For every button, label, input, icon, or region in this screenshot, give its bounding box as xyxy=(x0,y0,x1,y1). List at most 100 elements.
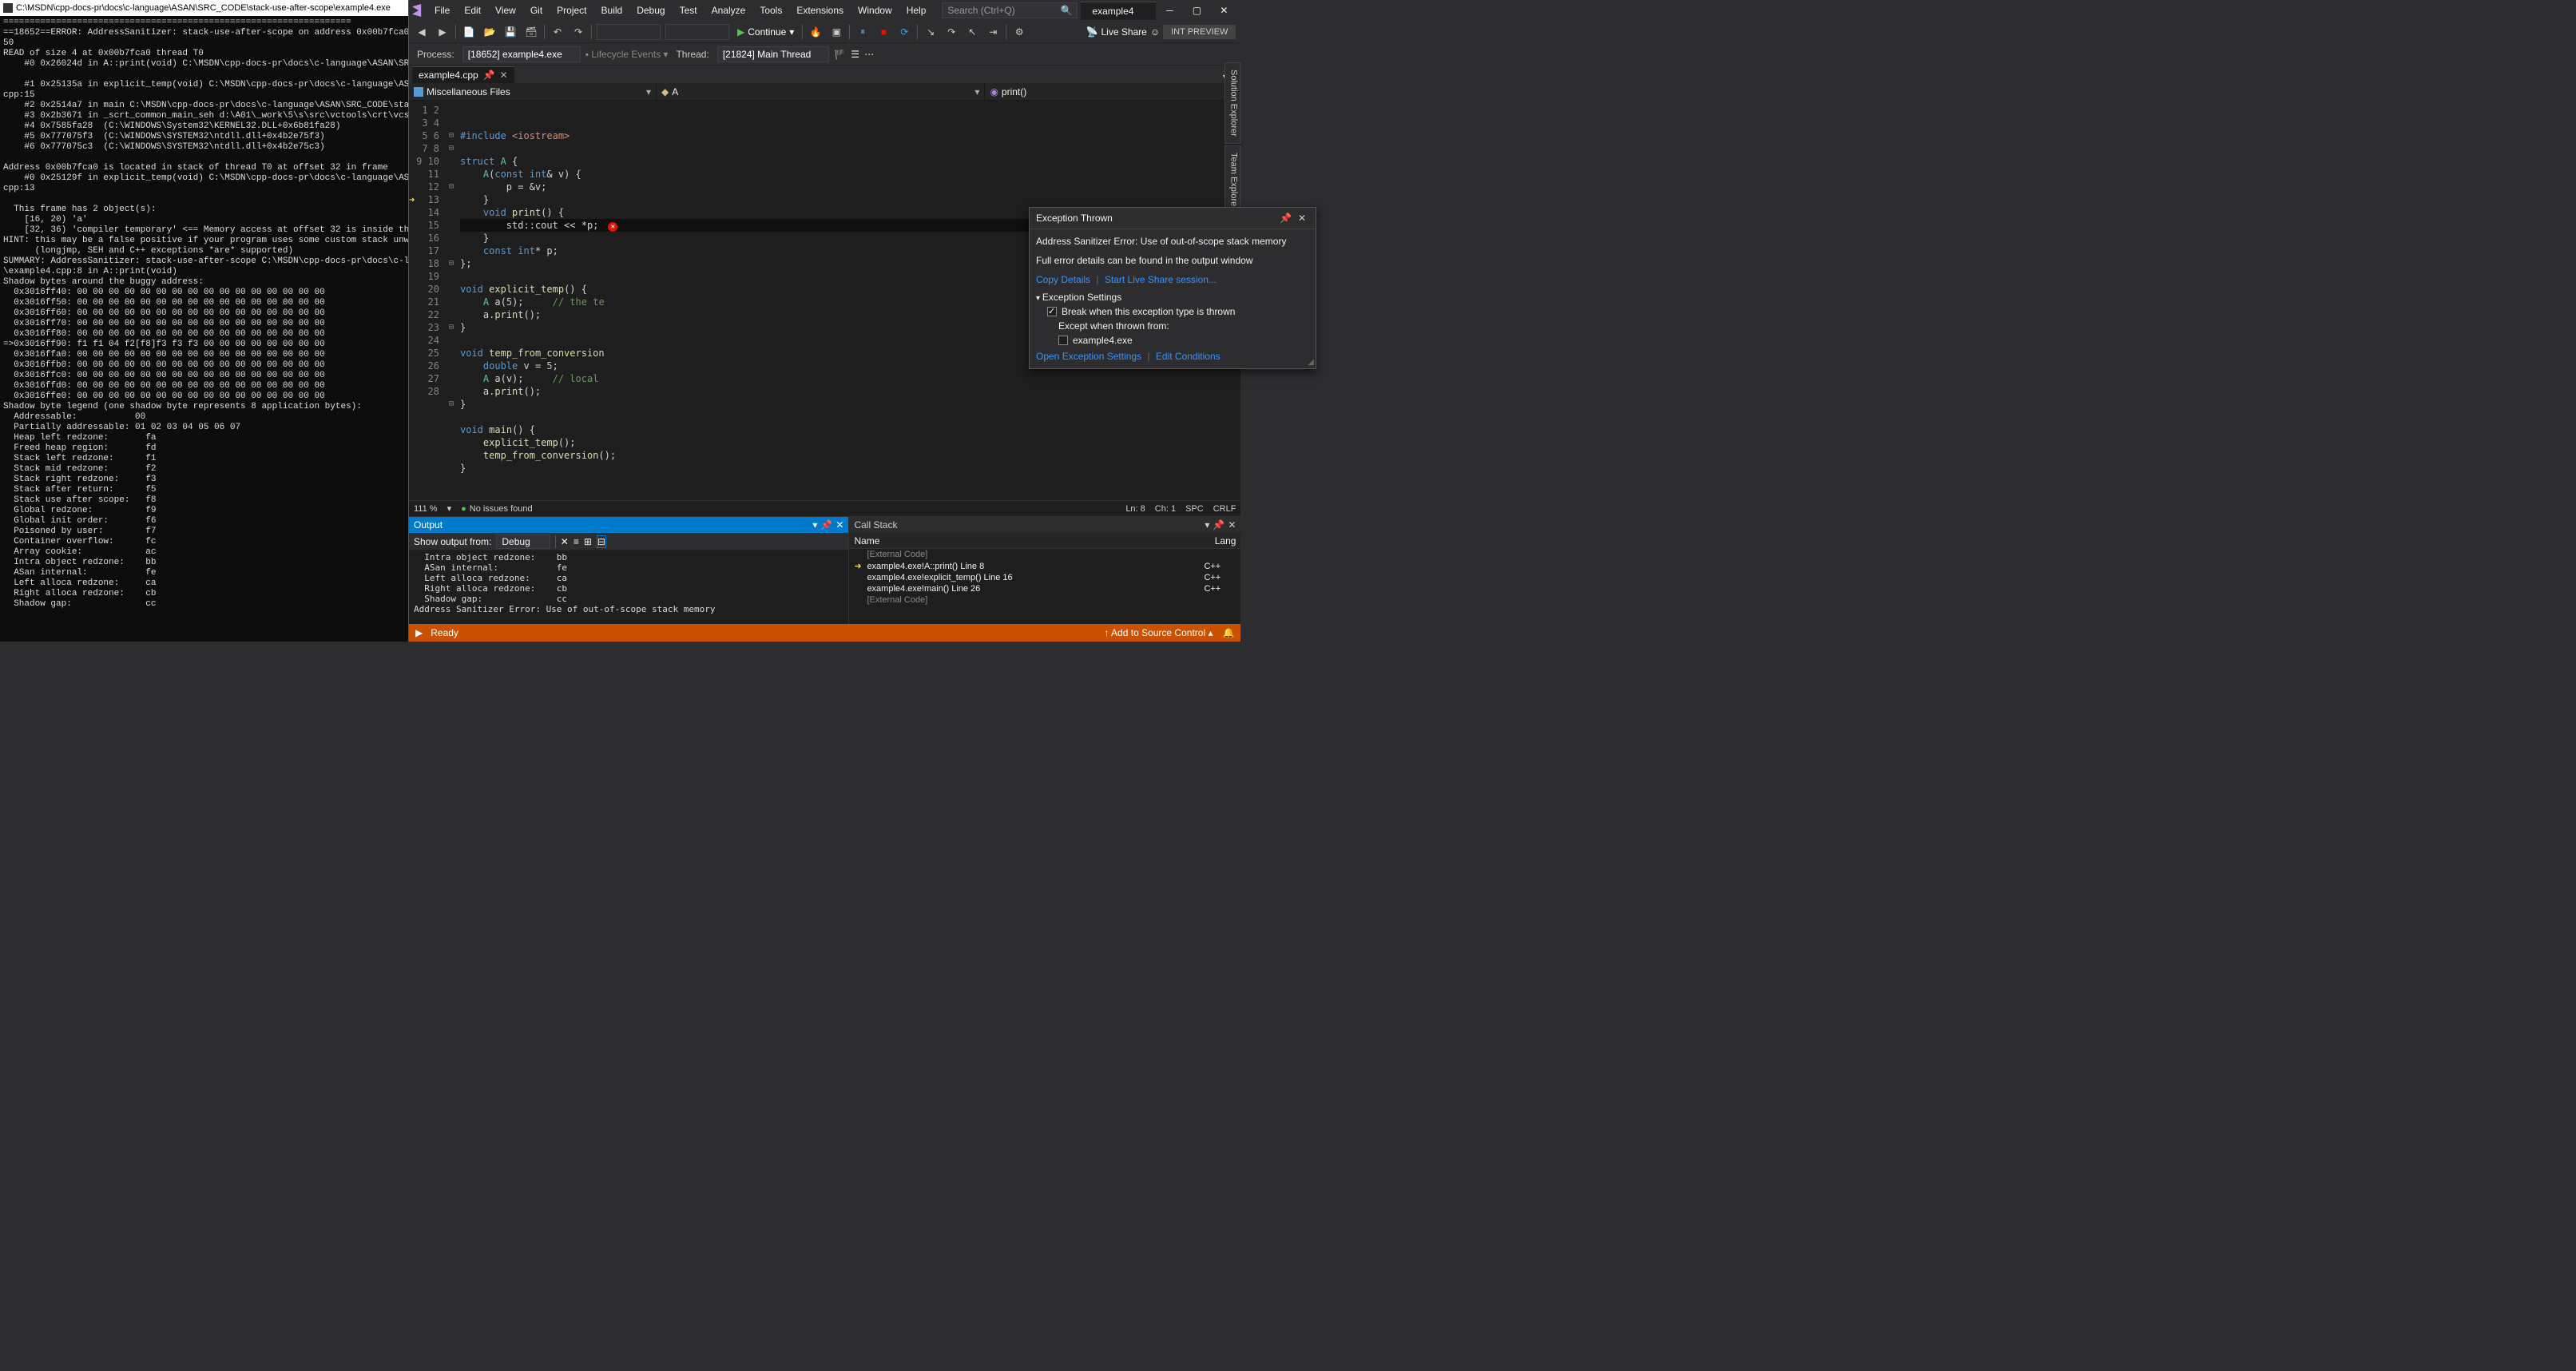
open-exception-settings-link[interactable]: Open Exception Settings xyxy=(1036,351,1141,362)
nav-back-button[interactable]: ◀ xyxy=(414,24,430,40)
pin-icon[interactable]: 📌 xyxy=(1213,519,1224,531)
stack-button[interactable]: ☰ xyxy=(851,49,859,60)
notifications-icon[interactable]: 🔔 xyxy=(1222,627,1234,638)
process-combo[interactable]: [18652] example4.exe xyxy=(462,46,581,62)
zoom-chevron[interactable]: ▾ xyxy=(447,503,452,514)
resize-grip-icon[interactable]: ◢ xyxy=(1308,358,1314,367)
thread-combo[interactable]: [21824] Main Thread xyxy=(717,46,830,62)
visual-studio: File Edit View Git Project Build Debug T… xyxy=(409,0,1240,642)
maximize-button[interactable]: ▢ xyxy=(1183,1,1210,20)
console-output[interactable]: ========================================… xyxy=(0,16,408,642)
platform-combo[interactable] xyxy=(665,24,729,40)
line-numbers: 1 2 3 4 5 6 7 8 9 10 11 12 13 14 15 16 1… xyxy=(409,101,446,500)
output-title[interactable]: Output ▾ 📌 ✕ xyxy=(409,517,848,533)
nav-member[interactable]: ◉ print() ▾ xyxy=(985,83,1240,100)
zoom-level[interactable]: 111 % xyxy=(414,504,438,514)
pause-button[interactable]: ⏸ xyxy=(855,24,871,40)
edit-conditions-link[interactable]: Edit Conditions xyxy=(1156,351,1221,362)
save-button[interactable]: 💾 xyxy=(502,24,518,40)
callstack-row[interactable]: example4.exe!explicit_temp() Line 16C++ xyxy=(849,572,1240,583)
liveshare-button[interactable]: Live Share xyxy=(1101,26,1146,38)
new-button[interactable]: 📄 xyxy=(461,24,477,40)
indent-indicator[interactable]: SPC xyxy=(1185,504,1204,514)
output-btn3[interactable]: ⊞ xyxy=(584,536,592,547)
eol-indicator[interactable]: CRLF xyxy=(1213,504,1236,514)
close-icon[interactable]: ✕ xyxy=(836,519,843,531)
menu-project[interactable]: Project xyxy=(550,3,593,18)
redo-button[interactable]: ↷ xyxy=(570,24,586,40)
save-all-button[interactable]: 🗃 xyxy=(523,24,539,40)
no-issues-indicator[interactable]: No issues found xyxy=(461,504,533,514)
dropdown-icon[interactable]: ▾ xyxy=(812,519,817,531)
minimize-button[interactable]: ─ xyxy=(1156,1,1183,20)
copy-details-link[interactable]: Copy Details xyxy=(1036,274,1090,285)
more-button[interactable]: ⋯ xyxy=(864,49,874,60)
menu-file[interactable]: File xyxy=(428,3,456,18)
close-icon[interactable]: ✕ xyxy=(1295,213,1309,224)
nav-fwd-button[interactable]: ▶ xyxy=(435,24,451,40)
except-item-checkbox[interactable] xyxy=(1058,336,1068,345)
callstack-row[interactable]: ➜example4.exe!A::print() Line 8C++ xyxy=(849,560,1240,572)
callstack-row[interactable]: example4.exe!main() Line 26C++ xyxy=(849,583,1240,594)
exception-settings-header[interactable]: Exception Settings xyxy=(1036,292,1309,303)
team-explorer-tab[interactable]: Team Explorer xyxy=(1224,145,1240,217)
solution-explorer-tab[interactable]: Solution Explorer xyxy=(1224,62,1240,144)
search-box[interactable]: Search (Ctrl+Q) 🔍 xyxy=(942,2,1078,18)
stop-button[interactable]: ■ xyxy=(875,24,891,40)
menu-extensions[interactable]: Extensions xyxy=(790,3,850,18)
dropdown-icon[interactable]: ▾ xyxy=(1205,519,1209,531)
pin-icon[interactable]: 📌 xyxy=(1276,213,1295,224)
break-checkbox[interactable] xyxy=(1047,307,1057,316)
current-line-arrow-icon: ➜ xyxy=(409,193,415,206)
menu-edit[interactable]: Edit xyxy=(458,3,487,18)
config-combo[interactable] xyxy=(597,24,661,40)
pin-icon[interactable]: 📌 xyxy=(483,70,495,81)
pin-icon[interactable]: 📌 xyxy=(820,519,832,531)
output-text[interactable]: Intra object redzone: bb ASan internal: … xyxy=(409,550,848,624)
fold-gutter[interactable]: ⊟⊟⊟⊟⊟⊟ xyxy=(446,101,457,500)
menu-debug[interactable]: Debug xyxy=(630,3,671,18)
run-to-button[interactable]: ⇥ xyxy=(985,24,1001,40)
nav-scope[interactable]: Miscellaneous Files ▾ xyxy=(409,83,657,100)
step-over-button[interactable]: ↷ xyxy=(943,24,959,40)
menu-build[interactable]: Build xyxy=(595,3,629,18)
console-titlebar[interactable]: C:\MSDN\cpp-docs-pr\docs\c-language\ASAN… xyxy=(0,0,408,16)
open-button[interactable]: 📂 xyxy=(482,24,498,40)
close-button[interactable]: ✕ xyxy=(1210,1,1237,20)
tool2-button[interactable]: ⚙ xyxy=(1011,24,1027,40)
feedback-icon[interactable]: ☺ xyxy=(1150,26,1160,38)
menu-analyze[interactable]: Analyze xyxy=(705,3,752,18)
output-source-combo[interactable]: Debug xyxy=(496,534,550,549)
menu-help[interactable]: Help xyxy=(900,3,933,18)
step-into-button[interactable]: ↘ xyxy=(923,24,939,40)
output-wrap-button[interactable]: ≡ xyxy=(574,536,579,547)
menu-view[interactable]: View xyxy=(489,3,522,18)
callstack-row[interactable]: [External Code] xyxy=(849,549,1240,560)
menu-window[interactable]: Window xyxy=(851,3,899,18)
output-clear-button[interactable]: ✕ xyxy=(561,536,569,547)
continue-button[interactable]: ▶ Continue ▾ xyxy=(734,25,797,39)
callstack-title[interactable]: Call Stack ▾ 📌 ✕ xyxy=(849,517,1240,533)
close-icon[interactable]: ✕ xyxy=(1228,519,1236,531)
tab-example4[interactable]: example4.cpp 📌 ✕ xyxy=(412,66,514,83)
restart-button[interactable]: ⟳ xyxy=(896,24,912,40)
lifecycle-label[interactable]: ▪ Lifecycle Events ▾ xyxy=(585,49,669,60)
callstack-header[interactable]: Name Lang xyxy=(849,533,1240,549)
undo-button[interactable]: ↶ xyxy=(550,24,566,40)
callstack-list[interactable]: [External Code]➜example4.exe!A::print() … xyxy=(849,549,1240,624)
hot-reload-button[interactable]: 🔥 xyxy=(808,24,824,40)
nav-class[interactable]: ◆ A ▾ xyxy=(657,83,985,100)
flag-button[interactable]: 🏴 xyxy=(834,49,846,60)
menu-git[interactable]: Git xyxy=(524,3,549,18)
close-tab-icon[interactable]: ✕ xyxy=(500,70,508,81)
editor-statusbar: 111 % ▾ No issues found Ln: 8 Ch: 1 SPC … xyxy=(409,500,1240,516)
tool1-button[interactable]: ▣ xyxy=(828,24,844,40)
menu-test[interactable]: Test xyxy=(673,3,704,18)
callstack-row[interactable]: [External Code] xyxy=(849,594,1240,606)
liveshare-link[interactable]: Start Live Share session... xyxy=(1105,274,1217,285)
step-out-button[interactable]: ↖ xyxy=(964,24,980,40)
output-btn4[interactable]: ⊟ xyxy=(597,535,606,548)
menu-tools[interactable]: Tools xyxy=(753,3,788,18)
status-icon: ▶ xyxy=(415,627,423,638)
add-source-control[interactable]: ↑ Add to Source Control ▴ xyxy=(1104,627,1213,638)
